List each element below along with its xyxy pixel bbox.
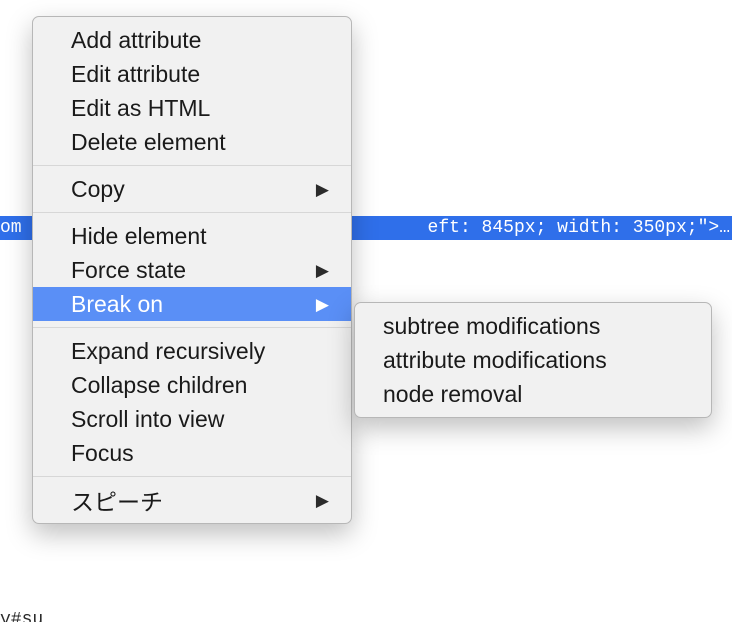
menu-item-speech[interactable]: スピーチ ▶ xyxy=(33,483,351,517)
menu-item-copy[interactable]: Copy ▶ xyxy=(33,172,351,206)
submenu-item-node-removal[interactable]: node removal xyxy=(355,377,711,411)
menu-item-force-state[interactable]: Force state ▶ xyxy=(33,253,351,287)
menu-item-label: スピーチ xyxy=(71,483,163,517)
menu-item-edit-as-html[interactable]: Edit as HTML xyxy=(33,91,351,125)
menu-item-label: Hide element xyxy=(71,223,207,250)
menu-item-focus[interactable]: Focus xyxy=(33,436,351,470)
menu-item-add-attribute[interactable]: Add attribute xyxy=(33,23,351,57)
submenu-arrow-icon: ▶ xyxy=(316,261,329,281)
menu-item-label: subtree modifications xyxy=(383,313,600,340)
submenu-item-subtree-modifications[interactable]: subtree modifications xyxy=(355,309,711,343)
menu-item-label: attribute modifications xyxy=(383,347,607,374)
menu-item-scroll-into-view[interactable]: Scroll into view xyxy=(33,402,351,436)
menu-item-label: Break on xyxy=(71,291,163,318)
menu-item-expand-recursively[interactable]: Expand recursively xyxy=(33,334,351,368)
menu-item-label: Copy xyxy=(71,176,125,203)
menu-item-label: Add attribute xyxy=(71,27,201,54)
menu-item-label: Force state xyxy=(71,257,186,284)
menu-item-label: Expand recursively xyxy=(71,338,265,365)
code-fragment-left: om xyxy=(0,216,22,240)
menu-item-label: Scroll into view xyxy=(71,406,224,433)
submenu-item-attribute-modifications[interactable]: attribute modifications xyxy=(355,343,711,377)
menu-item-collapse-children[interactable]: Collapse children xyxy=(33,368,351,402)
menu-separator xyxy=(33,212,351,213)
menu-separator xyxy=(33,327,351,328)
menu-item-label: node removal xyxy=(383,381,522,408)
menu-separator xyxy=(33,476,351,477)
menu-item-label: Edit attribute xyxy=(71,61,200,88)
menu-item-label: Delete element xyxy=(71,129,226,156)
menu-item-label: Collapse children xyxy=(71,372,247,399)
menu-separator xyxy=(33,165,351,166)
menu-item-break-on[interactable]: Break on ▶ xyxy=(33,287,351,321)
menu-item-hide-element[interactable]: Hide element xyxy=(33,219,351,253)
submenu-arrow-icon: ▶ xyxy=(316,491,329,511)
submenu-arrow-icon: ▶ xyxy=(316,295,329,315)
dom-breadcrumb-fragment: y#su… xyxy=(0,610,54,622)
menu-item-edit-attribute[interactable]: Edit attribute xyxy=(33,57,351,91)
context-menu: Add attribute Edit attribute Edit as HTM… xyxy=(32,16,352,524)
menu-item-label: Edit as HTML xyxy=(71,95,210,122)
break-on-submenu: subtree modifications attribute modifica… xyxy=(354,302,712,418)
submenu-arrow-icon: ▶ xyxy=(316,180,329,200)
menu-item-label: Focus xyxy=(71,440,134,467)
code-fragment-right: eft: 845px; width: 350px;">… xyxy=(428,216,732,240)
menu-item-delete-element[interactable]: Delete element xyxy=(33,125,351,159)
